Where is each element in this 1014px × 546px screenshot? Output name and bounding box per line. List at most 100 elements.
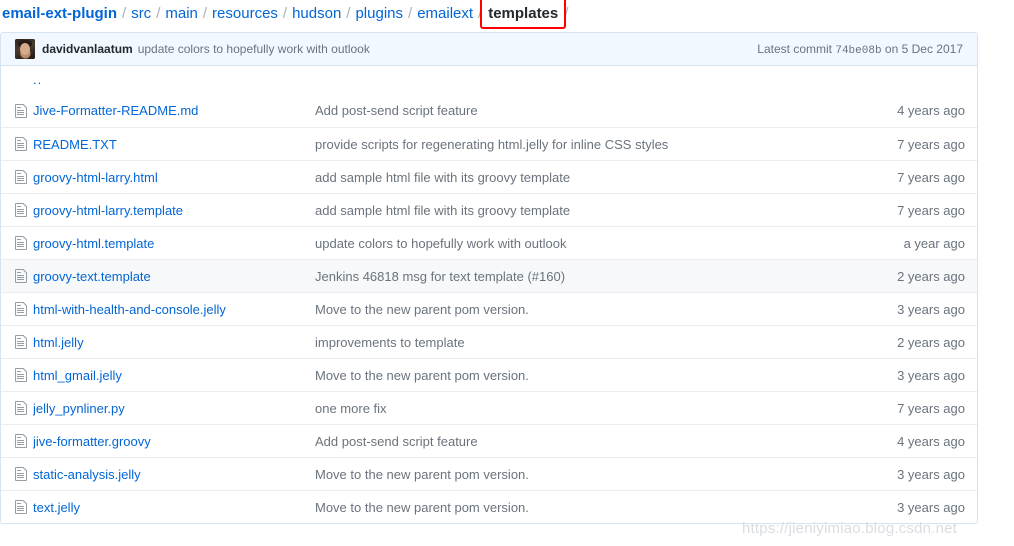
parent-directory-link[interactable]: .. bbox=[33, 73, 42, 86]
file-link[interactable]: Jive-Formatter-README.md bbox=[33, 103, 198, 118]
file-icon bbox=[15, 301, 33, 317]
file-link[interactable]: text.jelly bbox=[33, 500, 80, 515]
breadcrumb-current-folder: templates bbox=[488, 4, 559, 22]
file-name-cell: html-with-health-and-console.jelly bbox=[33, 302, 315, 317]
commit-sha-link[interactable]: 74be08b bbox=[835, 45, 881, 57]
commit-age-cell: 7 years ago bbox=[897, 136, 965, 152]
file-icon bbox=[15, 499, 33, 515]
breadcrumb-segment-emailext[interactable]: emailext bbox=[417, 5, 473, 22]
breadcrumb-repo-link[interactable]: email-ext-plugin bbox=[0, 5, 117, 22]
file-link[interactable]: html_gmail.jelly bbox=[33, 368, 122, 383]
commit-message-cell[interactable]: one more fix bbox=[315, 401, 897, 416]
commit-author-link[interactable]: davidvanlaatum bbox=[42, 42, 133, 56]
commit-age-cell: 3 years ago bbox=[897, 499, 965, 515]
latest-commit-label: Latest commit bbox=[757, 41, 832, 56]
commit-age-cell: 7 years ago bbox=[897, 202, 965, 218]
file-name-cell: groovy-html-larry.html bbox=[33, 170, 315, 185]
file-name-cell: Jive-Formatter-README.md bbox=[33, 103, 315, 118]
commit-age-cell: 3 years ago bbox=[897, 367, 965, 383]
commit-message-cell[interactable]: Jenkins 46818 msg for text template (#16… bbox=[315, 269, 897, 284]
file-icon bbox=[15, 136, 33, 152]
commit-age-cell: 4 years ago bbox=[897, 103, 965, 118]
file-link[interactable]: groovy-html-larry.template bbox=[33, 203, 183, 218]
breadcrumb-separator: / bbox=[122, 4, 127, 22]
file-link[interactable]: groovy-text.template bbox=[33, 269, 151, 284]
commit-message-cell[interactable]: Move to the new parent pom version. bbox=[315, 500, 897, 515]
file-link[interactable]: html-with-health-and-console.jelly bbox=[33, 302, 226, 317]
commit-message-cell[interactable]: provide scripts for regenerating html.je… bbox=[315, 137, 897, 152]
file-link[interactable]: jelly_pynliner.py bbox=[33, 401, 125, 416]
file-name-cell: text.jelly bbox=[33, 500, 315, 515]
commit-age-cell: 2 years ago bbox=[897, 268, 965, 284]
table-row[interactable]: html-with-health-and-console.jelly Move t… bbox=[1, 292, 977, 325]
file-icon bbox=[15, 169, 33, 185]
breadcrumb-segments: src / main / resources / hudson / plugins / emaile… bbox=[131, 5, 487, 22]
table-row[interactable]: static-analysis.jelly Move to the new par… bbox=[1, 457, 977, 490]
file-name-cell: groovy-text.template bbox=[33, 269, 315, 284]
commit-message-link[interactable]: update colors to hopefully work with out… bbox=[138, 42, 370, 56]
breadcrumb-separator: / bbox=[202, 4, 208, 22]
breadcrumb-segment-resources[interactable]: resources bbox=[212, 5, 278, 22]
table-row[interactable]: jelly_pynliner.py one more fix 7 years ago bbox=[1, 391, 977, 424]
breadcrumb-segment-src[interactable]: src bbox=[131, 5, 151, 22]
commit-message-cell[interactable]: add sample html file with its groovy tem… bbox=[315, 203, 897, 218]
table-row[interactable]: groovy-html-larry.template add sample htm… bbox=[1, 193, 977, 226]
file-link[interactable]: groovy-html-larry.html bbox=[33, 170, 158, 185]
commit-date-prefix: on bbox=[884, 41, 899, 56]
breadcrumb-segment-hudson[interactable]: hudson bbox=[292, 5, 341, 22]
file-link[interactable]: groovy-html.template bbox=[33, 236, 154, 251]
latest-commit-info: Latest commit 74be08b on 5 Dec 2017 bbox=[757, 42, 968, 57]
file-link[interactable]: jive-formatter.groovy bbox=[33, 434, 151, 449]
commit-age-cell: 3 years ago bbox=[897, 466, 965, 482]
file-icon bbox=[15, 235, 33, 251]
latest-commit-bar: davidvanlaatum update colors to hopefull… bbox=[1, 33, 977, 66]
table-row[interactable]: groovy-html-larry.html add sample html fi… bbox=[1, 160, 977, 193]
file-icon bbox=[15, 103, 33, 119]
avatar[interactable] bbox=[15, 39, 35, 59]
commit-message-cell[interactable]: Add post-send script feature bbox=[315, 434, 897, 449]
commit-message-cell[interactable]: Move to the new parent pom version. bbox=[315, 467, 897, 482]
table-row[interactable]: groovy-text.template Jenkins 46818 msg fo… bbox=[1, 259, 977, 292]
commit-age-cell: 3 years ago bbox=[897, 301, 965, 317]
file-name-cell: static-analysis.jelly bbox=[33, 467, 315, 482]
commit-summary: davidvanlaatum update colors to hopefull… bbox=[15, 39, 757, 59]
commit-message-cell[interactable]: improvements to template bbox=[315, 335, 897, 350]
file-rows-container: Jive-Formatter-README.md Add post-send sc… bbox=[1, 94, 977, 523]
commit-message-cell[interactable]: Add post-send script feature bbox=[315, 103, 897, 118]
table-row[interactable]: Jive-Formatter-README.md Add post-send sc… bbox=[1, 94, 977, 127]
file-link[interactable]: html.jelly bbox=[33, 335, 84, 350]
commit-message-cell[interactable]: Move to the new parent pom version. bbox=[315, 302, 897, 317]
file-icon bbox=[15, 268, 33, 284]
file-link[interactable]: README.TXT bbox=[33, 137, 117, 152]
file-listing-box: davidvanlaatum update colors to hopefull… bbox=[0, 32, 978, 524]
file-icon bbox=[15, 400, 33, 416]
table-row[interactable]: README.TXT provide scripts for regenerati… bbox=[1, 127, 977, 160]
commit-age-cell: a year ago bbox=[903, 235, 965, 251]
table-row[interactable]: groovy-html.template update colors to hop… bbox=[1, 226, 977, 259]
breadcrumb-current-wrap: templates bbox=[480, 0, 567, 29]
breadcrumb-trailing-separator: / bbox=[564, 4, 569, 22]
commit-message-cell[interactable]: Move to the new parent pom version. bbox=[315, 368, 897, 383]
table-row[interactable]: html.jelly improvements to template 2 year… bbox=[1, 325, 977, 358]
commit-message-cell[interactable]: add sample html file with its groovy tem… bbox=[315, 170, 897, 185]
file-icon bbox=[15, 334, 33, 350]
file-icon bbox=[15, 466, 33, 482]
breadcrumb-segment-main[interactable]: main bbox=[165, 5, 198, 22]
table-row[interactable]: html_gmail.jelly Move to the new parent p… bbox=[1, 358, 977, 391]
breadcrumb-segment-plugins[interactable]: plugins bbox=[355, 5, 403, 22]
commit-date: 5 Dec 2017 bbox=[901, 41, 963, 56]
file-name-cell: html.jelly bbox=[33, 335, 315, 350]
table-row[interactable]: text.jelly Move to the new parent pom ver… bbox=[1, 490, 977, 523]
table-row[interactable]: jive-formatter.groovy Add post-send scrip… bbox=[1, 424, 977, 457]
file-name-cell: README.TXT bbox=[33, 137, 315, 152]
commit-age-cell: 4 years ago bbox=[897, 433, 965, 449]
breadcrumb-separator: / bbox=[282, 4, 288, 22]
commit-message-cell[interactable]: update colors to hopefully work with out… bbox=[315, 236, 904, 251]
file-link[interactable]: static-analysis.jelly bbox=[33, 467, 141, 482]
breadcrumb-separator: / bbox=[346, 4, 351, 22]
file-name-cell: html_gmail.jelly bbox=[33, 368, 315, 383]
file-icon bbox=[15, 433, 33, 449]
breadcrumb: email-ext-plugin / src / main / resources / hu… bbox=[0, 0, 573, 29]
breadcrumb-separator: / bbox=[478, 4, 483, 22]
parent-directory-row[interactable]: .. bbox=[1, 66, 977, 94]
